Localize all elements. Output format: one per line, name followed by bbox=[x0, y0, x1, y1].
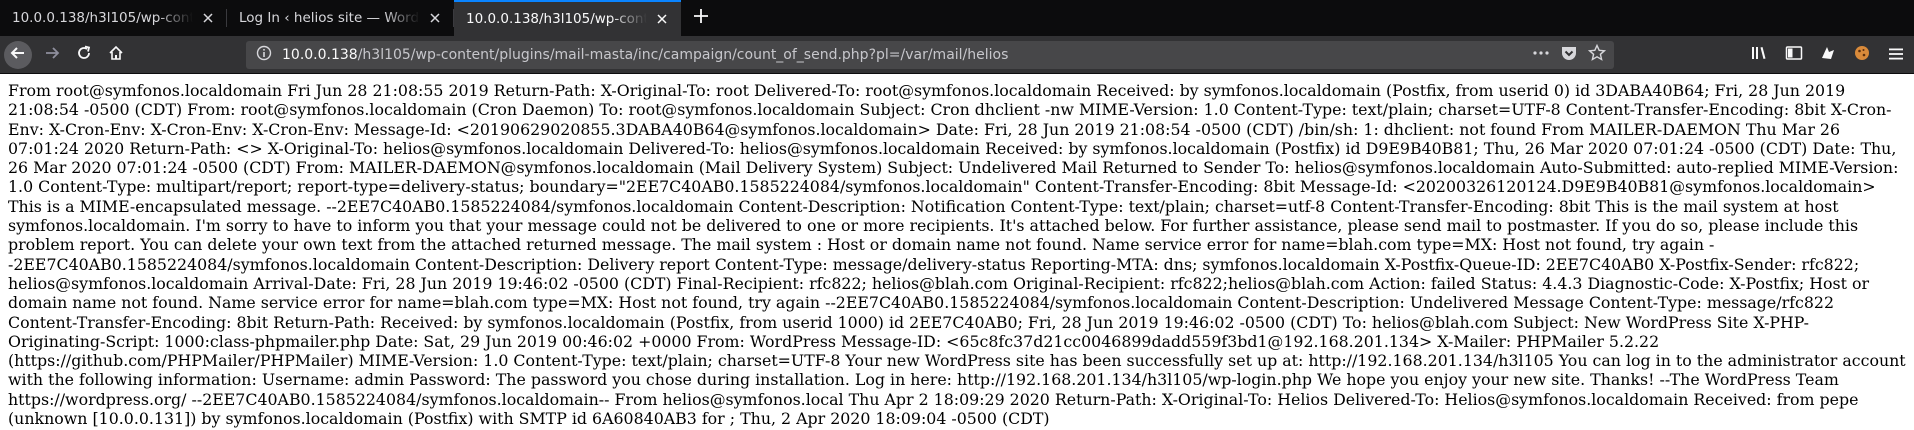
library-icon bbox=[1751, 45, 1769, 65]
info-icon[interactable] bbox=[256, 45, 272, 65]
forward-button[interactable] bbox=[38, 41, 66, 69]
reload-button[interactable] bbox=[70, 41, 98, 69]
arrow-left-icon bbox=[10, 45, 26, 65]
ellipsis-icon[interactable] bbox=[1532, 45, 1550, 65]
cookie-icon bbox=[1853, 44, 1871, 66]
star-icon[interactable] bbox=[1587, 43, 1607, 66]
close-icon[interactable] bbox=[199, 9, 217, 27]
plus-icon bbox=[693, 8, 709, 28]
url-text[interactable]: 10.0.0.138/h3l105/wp-content/plugins/mai… bbox=[282, 47, 1008, 63]
extension-icon bbox=[1819, 44, 1837, 66]
cookie-extension-button[interactable] bbox=[1848, 41, 1876, 69]
tab-title: 10.0.0.138/h3l105/wp-conte bbox=[12, 10, 193, 26]
close-icon[interactable] bbox=[653, 10, 671, 28]
home-button[interactable] bbox=[102, 41, 130, 69]
menu-button[interactable] bbox=[1882, 41, 1910, 69]
tab-title: 10.0.0.138/h3l105/wp-conte bbox=[466, 11, 647, 27]
browser-tab-active[interactable]: 10.0.0.138/h3l105/wp-conte bbox=[454, 0, 681, 36]
home-icon bbox=[108, 45, 124, 65]
pocket-icon[interactable] bbox=[1560, 45, 1578, 65]
new-tab-button[interactable] bbox=[681, 0, 721, 36]
navigation-toolbar: 10.0.0.138/h3l105/wp-content/plugins/mai… bbox=[0, 36, 1914, 74]
toolbar-actions bbox=[1746, 36, 1914, 74]
extension-button[interactable] bbox=[1814, 41, 1842, 69]
page-content: From root@symfonos.localdomain Fri Jun 2… bbox=[0, 75, 1914, 430]
arrow-right-icon bbox=[44, 45, 60, 65]
url-host: 10.0.0.138 bbox=[282, 47, 358, 63]
tab-title: Log In ‹ helios site — WordPress bbox=[239, 10, 420, 26]
library-button[interactable] bbox=[1746, 41, 1774, 69]
browser-tab[interactable]: 10.0.0.138/h3l105/wp-conte bbox=[0, 0, 227, 36]
address-bar[interactable]: 10.0.0.138/h3l105/wp-content/plugins/mai… bbox=[246, 41, 1614, 69]
back-button[interactable] bbox=[4, 40, 32, 69]
sidebar-button[interactable] bbox=[1780, 41, 1808, 69]
mail-spool-text: From root@symfonos.localdomain Fri Jun 2… bbox=[8, 81, 1906, 429]
tab-strip: 10.0.0.138/h3l105/wp-conte Log In ‹ heli… bbox=[0, 0, 1914, 36]
hamburger-menu-icon bbox=[1888, 46, 1904, 65]
sidebar-icon bbox=[1785, 45, 1803, 65]
close-icon[interactable] bbox=[426, 9, 444, 27]
browser-tab[interactable]: Log In ‹ helios site — WordPress bbox=[227, 0, 454, 36]
reload-icon bbox=[76, 45, 92, 65]
url-path: /h3l105/wp-content/plugins/mail-masta/in… bbox=[357, 47, 1009, 63]
